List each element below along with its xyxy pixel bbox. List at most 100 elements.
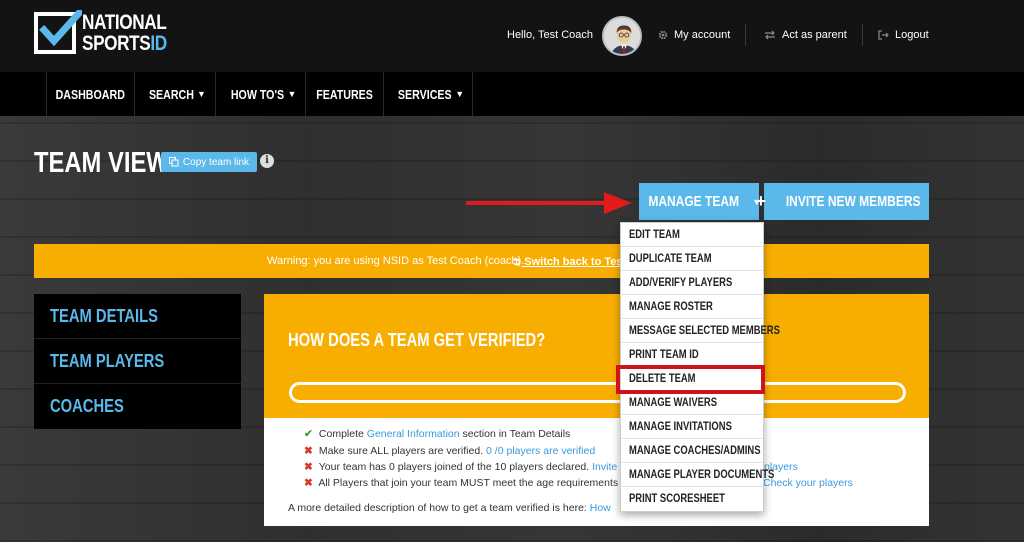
nav-how-tos[interactable]: HOW TO'S ▼	[215, 72, 305, 116]
menu-item-manage-player-documents[interactable]: MANAGE PLAYER DOCUMENTS	[621, 463, 774, 487]
menu-item-print-team-id[interactable]: PRINT TEAM ID	[621, 343, 763, 367]
more-description-text: A more detailed description of how to ge…	[288, 502, 590, 514]
page-title: TEAM VIEW	[34, 147, 169, 179]
nav-services[interactable]: SERVICES ▼	[383, 72, 472, 116]
verification-progress-bar	[289, 382, 906, 403]
invite-new-members-button[interactable]: + INVITE NEW MEMBERS	[756, 183, 929, 220]
logout-icon	[878, 30, 889, 40]
cross-icon: ✖	[304, 461, 313, 473]
coach-avatar-icon	[604, 18, 640, 54]
header-divider	[862, 24, 863, 46]
copy-icon	[168, 157, 179, 167]
sidebar-item-label: TEAM PLAYERS	[50, 350, 165, 371]
requirement-text: All Players that join your team MUST mee…	[318, 477, 619, 489]
verification-panel: HOW DOES A TEAM GET VERIFIED?	[264, 294, 929, 418]
menu-item-label: MANAGE PLAYER DOCUMENTS	[629, 468, 775, 481]
team-sidebar: TEAM DETAILS TEAM PLAYERS COACHES	[34, 294, 241, 429]
switch-back-link[interactable]: ➲ Switch back to Test	[512, 255, 626, 268]
sidebar-item-team-players[interactable]: TEAM PLAYERS	[34, 339, 241, 384]
nav-search[interactable]: SEARCH ▼	[134, 72, 215, 116]
info-icon[interactable]: i	[260, 154, 274, 168]
nav-dashboard[interactable]: DASHBOARD	[46, 72, 134, 116]
logo-line-1: NATIONAL	[82, 11, 167, 34]
sidebar-item-label: COACHES	[50, 396, 124, 416]
logo-check-icon	[39, 10, 82, 47]
verification-requirements: ✔ Complete General Information section i…	[264, 418, 929, 526]
delete-team-highlight-box	[616, 365, 765, 394]
nav-features[interactable]: FEATURES	[305, 72, 383, 116]
cross-icon: ✖	[304, 445, 313, 457]
requirement-item: ✖ Make sure ALL players are verified. 0 …	[304, 445, 595, 457]
sidebar-item-label: TEAM DETAILS	[50, 305, 158, 326]
menu-item-label: EDIT TEAM	[629, 228, 680, 241]
nav-dashboard-label: DASHBOARD	[55, 86, 126, 102]
menu-item-label: MANAGE COACHES/ADMINS	[629, 444, 761, 457]
requirement-text: Complete	[318, 428, 367, 440]
greeting-text: Hello, Test Coach	[507, 29, 594, 41]
menu-item-label: DUPLICATE TEAM	[629, 252, 712, 265]
more-description: A more detailed description of how to ge…	[288, 502, 611, 514]
nav-divider	[472, 72, 473, 116]
nav-how-tos-label: HOW TO'S	[230, 86, 284, 102]
requirement-item: ✖ Your team has 0 players joined of the …	[304, 461, 629, 473]
chevron-down-icon: ▼	[455, 89, 465, 99]
menu-item-add-verify-players[interactable]: ADD/VERIFY PLAYERS	[621, 271, 763, 295]
switch-back-label: Switch back to Test	[524, 256, 627, 268]
requirement-text: Your team has 0 players joined of the 10…	[318, 461, 593, 473]
chevron-down-icon: ▼	[287, 89, 297, 99]
menu-item-label: MANAGE INVITATIONS	[629, 420, 732, 433]
check-icon: ✔	[304, 428, 313, 440]
menu-item-label: MESSAGE SELECTED MEMBERS	[629, 324, 780, 337]
nsid-logo[interactable]: NATIONAL SPORTSID	[34, 10, 184, 56]
menu-item-manage-waivers[interactable]: MANAGE WAIVERS	[621, 391, 763, 415]
my-account-link[interactable]: My account	[658, 29, 730, 41]
my-account-label: My account	[674, 29, 731, 41]
requirement-item: ✔ Complete General Information section i…	[304, 428, 570, 440]
switch-arrow-icon: ➲	[512, 256, 522, 268]
menu-item-label: PRINT SCORESHEET	[629, 493, 725, 505]
red-arrow-annotation-icon	[466, 192, 632, 214]
menu-item-print-scoresheet[interactable]: PRINT SCORESHEET	[621, 487, 763, 511]
nav-search-label: SEARCH	[149, 86, 195, 102]
menu-item-message-selected-members[interactable]: MESSAGE SELECTED MEMBERS	[621, 319, 780, 343]
logo-wordmark: NATIONAL SPORTSID	[82, 12, 167, 54]
sidebar-item-team-details[interactable]: TEAM DETAILS	[34, 294, 241, 339]
logo-line-2a: SPORTS	[82, 32, 151, 55]
cross-icon: ✖	[304, 477, 313, 489]
menu-item-duplicate-team[interactable]: DUPLICATE TEAM	[621, 247, 763, 271]
menu-item-manage-coaches-admins[interactable]: MANAGE COACHES/ADMINS	[621, 439, 763, 463]
sidebar-item-coaches[interactable]: COACHES	[34, 384, 241, 429]
players-verified-link[interactable]: 0 /0 players are verified	[486, 445, 595, 457]
manage-team-button[interactable]: MANAGE TEAM ▼	[639, 183, 761, 220]
plus-icon: +	[755, 191, 767, 211]
nav-features-label: FEATURES	[316, 86, 373, 102]
menu-item-manage-roster[interactable]: MANAGE ROSTER	[621, 295, 763, 319]
manage-team-label: MANAGE TEAM	[648, 193, 739, 210]
menu-item-label: ADD/VERIFY PLAYERS	[629, 276, 733, 289]
act-as-parent-link[interactable]: Act as parent	[764, 29, 847, 41]
copy-team-link-button[interactable]: Copy team link	[161, 152, 257, 172]
logout-label: Logout	[895, 29, 929, 41]
requirement-text: section in Team Details	[459, 428, 571, 440]
menu-item-edit-team[interactable]: EDIT TEAM	[621, 223, 763, 247]
logo-line-2b: ID	[150, 32, 167, 55]
check-your-players-link[interactable]: Check your players	[763, 477, 853, 489]
gear-icon	[658, 30, 668, 40]
general-information-link[interactable]: General Information	[367, 428, 460, 440]
logout-link[interactable]: Logout	[878, 29, 929, 41]
warning-message: Warning: you are using NSID as Test Coac…	[267, 255, 525, 267]
act-as-parent-label: Act as parent	[782, 29, 847, 41]
main-nav: DASHBOARD SEARCH ▼ HOW TO'S ▼ FEATURES S…	[0, 72, 1024, 116]
requirement-item: ✖ All Players that join your team MUST m…	[304, 477, 618, 489]
swap-arrows-icon	[765, 30, 775, 40]
avatar[interactable]	[602, 16, 642, 56]
requirement-text: Make sure ALL players are verified.	[318, 445, 487, 457]
menu-item-manage-invitations[interactable]: MANAGE INVITATIONS	[621, 415, 763, 439]
chevron-down-icon: ▼	[196, 89, 206, 99]
copy-team-link-label: Copy team link	[182, 156, 250, 168]
nav-services-label: SERVICES	[397, 86, 452, 102]
menu-item-label: PRINT TEAM ID	[629, 348, 699, 361]
menu-item-label: MANAGE ROSTER	[629, 300, 713, 313]
how-link[interactable]: How	[590, 502, 611, 514]
warning-banner: Warning: you are using NSID as Test Coac…	[34, 244, 929, 278]
